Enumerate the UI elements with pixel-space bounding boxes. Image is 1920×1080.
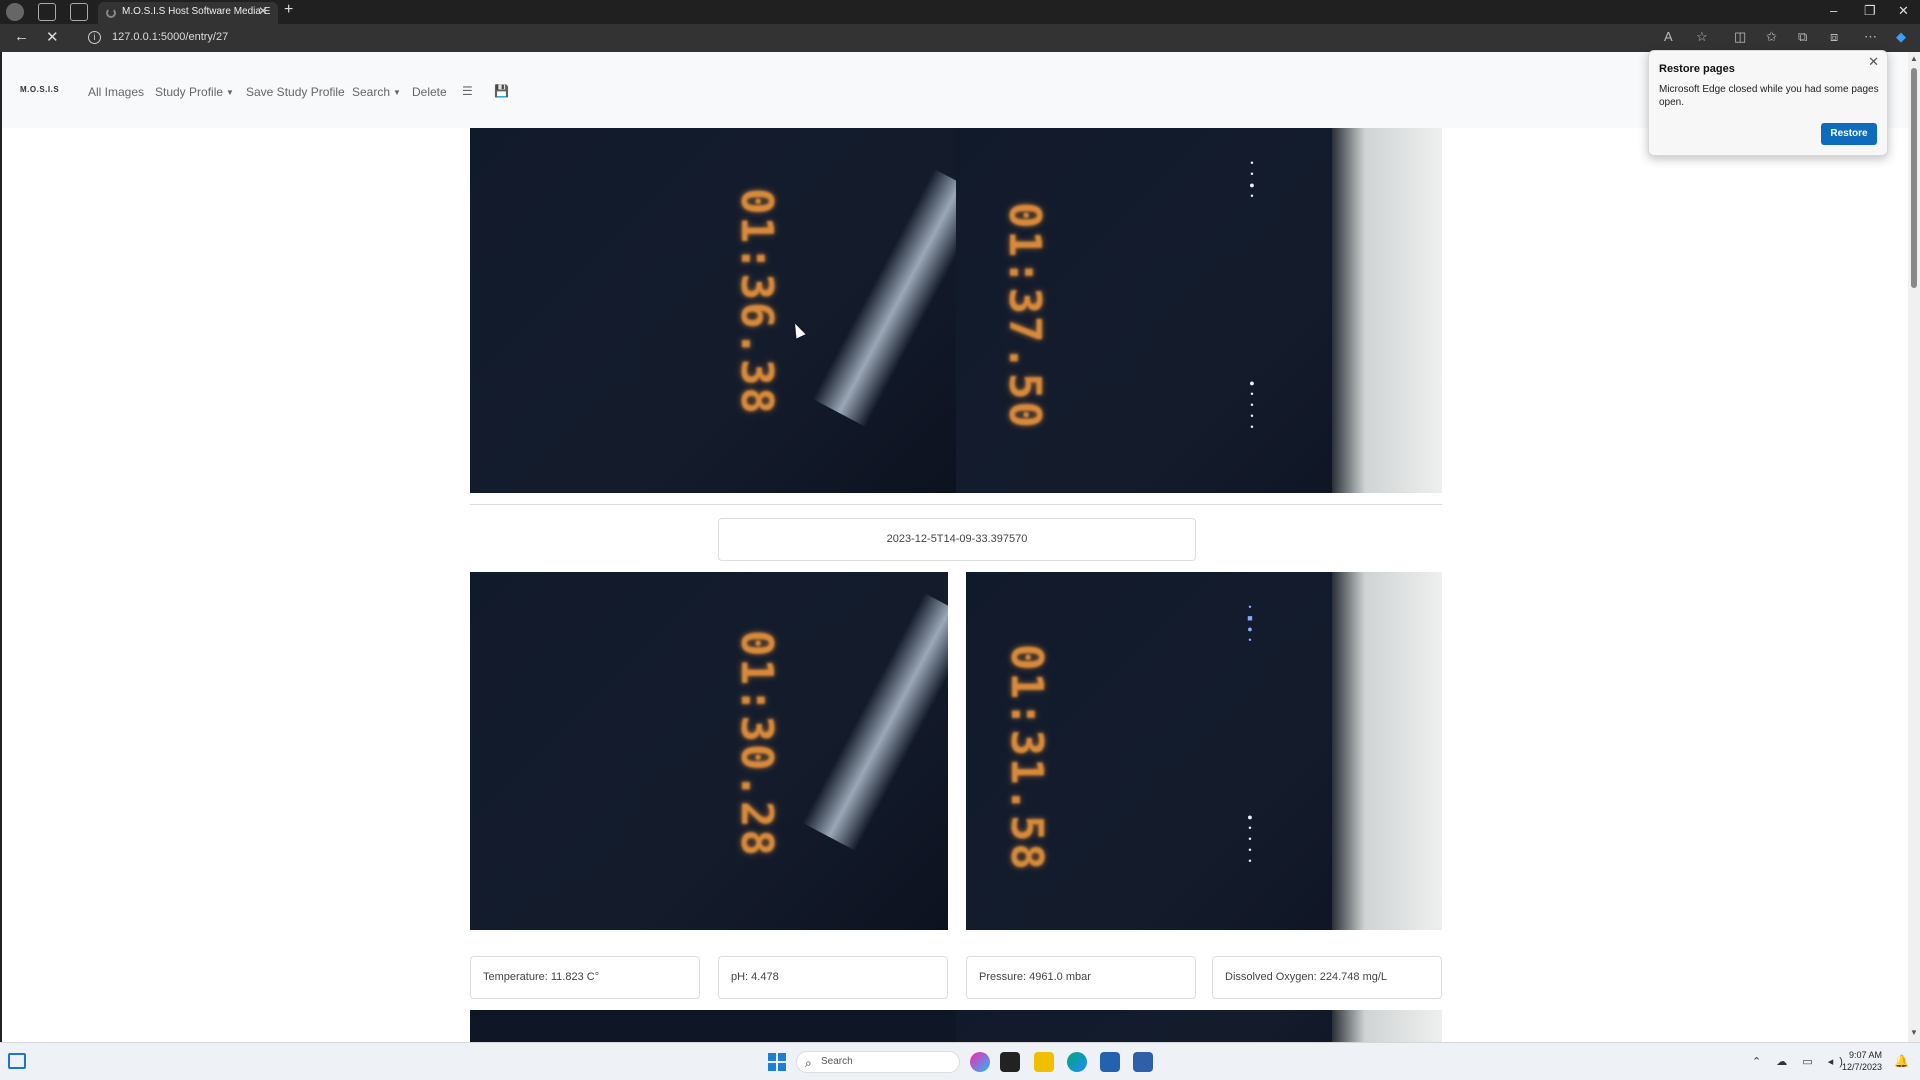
chevron-down-icon: ▼ bbox=[393, 88, 401, 98]
device-leds: ● • • • • bbox=[1249, 378, 1255, 432]
copilot-app-icon[interactable] bbox=[970, 1052, 990, 1072]
workspaces-icon[interactable] bbox=[38, 3, 56, 21]
page-scrollbar[interactable]: ▲ ▼ bbox=[1908, 52, 1920, 1042]
search-icon: ⌕ bbox=[805, 1056, 812, 1070]
nav-study-profile[interactable]: Study Profile ▼ bbox=[155, 85, 234, 99]
image-timestamp: 01:37.50 bbox=[999, 202, 1050, 430]
split-screen-icon[interactable]: ◫ bbox=[1734, 29, 1746, 45]
system-tray[interactable]: ⌃ ☁ ▭ ◂) bbox=[1752, 1055, 1849, 1068]
loading-icon bbox=[106, 8, 116, 18]
popup-message: Microsoft Edge closed while you had some… bbox=[1659, 84, 1879, 108]
wall bbox=[1332, 128, 1442, 493]
camera-frame bbox=[956, 1010, 1442, 1042]
back-icon[interactable]: ← bbox=[14, 28, 29, 45]
close-tab-icon[interactable]: ✕ bbox=[258, 4, 268, 18]
navbar: M.O.S.I.S All Images Study Profile ▼ Save… bbox=[2, 52, 1908, 128]
next-image-pair[interactable] bbox=[470, 1010, 1442, 1042]
collections-icon[interactable]: ⧉ bbox=[1798, 29, 1807, 45]
device-leds: ● • • • • bbox=[1247, 812, 1253, 866]
store-app-icon[interactable] bbox=[1100, 1052, 1120, 1072]
edge-app-icon[interactable] bbox=[1067, 1052, 1087, 1072]
nav-delete[interactable]: Delete bbox=[412, 85, 447, 99]
favorite-star-icon[interactable]: ☆ bbox=[1696, 29, 1708, 45]
image-pair-top: 01:36.38 • • ● • ● • • • • 01:37.50 bbox=[470, 128, 1442, 493]
favorites-icon[interactable]: ✩ bbox=[1766, 29, 1777, 45]
reading-pressure: Pressure: 4961.0 mbar bbox=[966, 956, 1196, 999]
clock-date: 12/7/2023 bbox=[1842, 1062, 1883, 1072]
taskbar: ⌕ Search ⌃ ☁ ▭ ◂) 9:07 AM 12/7/2023 🔔 bbox=[0, 1042, 1920, 1080]
profile-icon[interactable] bbox=[6, 3, 24, 21]
file-explorer-icon[interactable] bbox=[1034, 1052, 1054, 1072]
reading-dissolved-oxygen: Dissolved Oxygen: 224.748 mg/L bbox=[1212, 956, 1442, 999]
camera-image-bottom-left[interactable]: 01:30.28 bbox=[470, 572, 948, 930]
camera-image-left[interactable]: 01:36.38 bbox=[470, 128, 956, 493]
nav-save-study-profile[interactable]: Save Study Profile bbox=[246, 85, 345, 99]
restore-window-icon[interactable]: ❐ bbox=[1864, 3, 1876, 19]
taskbar-search[interactable]: ⌕ Search bbox=[796, 1051, 960, 1073]
nav-all-images[interactable]: All Images bbox=[88, 85, 144, 99]
device-leds: • • ● • bbox=[1249, 158, 1255, 201]
clock-time: 9:07 AM bbox=[1849, 1050, 1883, 1060]
restore-button[interactable]: Restore bbox=[1821, 123, 1877, 145]
url-field[interactable]: 127.0.0.1:5000/entry/27 bbox=[112, 31, 228, 43]
camera-image-bottom-right[interactable]: • ■ ● • ● • • • • 01:31.58 bbox=[966, 572, 1442, 930]
powershell-app-icon[interactable] bbox=[1133, 1052, 1153, 1072]
popup-title: Restore pages bbox=[1659, 63, 1735, 75]
address-bar: ← ✕ i 127.0.0.1:5000/entry/27 A ☆ ◫ ✩ ⧉ … bbox=[0, 24, 1920, 52]
clock[interactable]: 9:07 AM 12/7/2023 bbox=[1842, 1049, 1882, 1073]
scroll-up-icon[interactable]: ▲ bbox=[1910, 54, 1918, 63]
reading-ph: pH: 4.478 bbox=[718, 956, 948, 999]
camera-frame: • ■ ● • ● • • • • 01:31.58 bbox=[966, 572, 1442, 930]
image-timestamp: 01:36.38 bbox=[731, 188, 782, 416]
nav-search[interactable]: Search ▼ bbox=[352, 85, 401, 99]
list-icon[interactable]: ☰ bbox=[462, 84, 473, 98]
widgets-icon[interactable] bbox=[8, 1053, 26, 1069]
save-icon[interactable]: 💾 bbox=[494, 84, 509, 98]
notification-bell-icon[interactable]: 🔔 bbox=[1894, 1054, 1909, 1068]
chevron-down-icon: ▼ bbox=[226, 88, 234, 98]
taskbar-search-label: Search bbox=[821, 1056, 853, 1067]
tab-active[interactable]: M.O.S.I.S Host Software Media E bbox=[98, 2, 278, 24]
image-timestamp: 01:31.58 bbox=[1001, 644, 1052, 872]
scrollbar-thumb[interactable] bbox=[1911, 68, 1917, 288]
nav-study-profile-label: Study Profile bbox=[155, 85, 224, 99]
tab-actions-icon[interactable] bbox=[70, 3, 88, 21]
nav-search-label: Search bbox=[352, 85, 391, 99]
reading-temperature: Temperature: 11.823 C° bbox=[470, 956, 700, 999]
new-tab-icon[interactable]: + bbox=[284, 1, 293, 19]
windows-start-icon[interactable] bbox=[768, 1053, 786, 1071]
device-leds: • ■ ● • bbox=[1247, 602, 1253, 645]
site-info-icon[interactable]: i bbox=[88, 31, 101, 44]
close-icon[interactable]: ✕ bbox=[1868, 54, 1879, 70]
copilot-icon[interactable]: ◆ bbox=[1896, 29, 1906, 45]
camera-image-right[interactable]: • • ● • ● • • • • 01:37.50 bbox=[956, 128, 1442, 493]
restore-pages-popup: Restore pages ✕ Microsoft Edge closed wh… bbox=[1648, 50, 1888, 156]
stop-loading-icon[interactable]: ✕ bbox=[46, 28, 59, 46]
image-timestamp: 01:30.28 bbox=[731, 630, 782, 858]
more-menu-icon[interactable]: ⋯ bbox=[1864, 29, 1877, 45]
entry-timestamp: 2023-12-5T14-09-33.397570 bbox=[718, 518, 1196, 561]
scroll-down-icon[interactable]: ▼ bbox=[1910, 1028, 1918, 1037]
brand-logo[interactable]: M.O.S.I.S bbox=[20, 85, 59, 94]
wall bbox=[1332, 1010, 1442, 1042]
read-aloud-icon[interactable]: A bbox=[1664, 29, 1673, 44]
page-content: M.O.S.I.S All Images Study Profile ▼ Save… bbox=[0, 52, 1908, 1042]
glare bbox=[812, 169, 956, 427]
wall bbox=[1332, 572, 1442, 930]
camera-frame: 01:30.28 bbox=[470, 572, 948, 930]
minimize-icon[interactable]: – bbox=[1830, 3, 1837, 18]
close-window-icon[interactable]: ✕ bbox=[1898, 3, 1909, 19]
tab-title: M.O.S.I.S Host Software Media E bbox=[122, 6, 271, 17]
terminal-app-icon[interactable] bbox=[1000, 1052, 1020, 1072]
divider bbox=[470, 504, 1442, 505]
browser-tab-bar: M.O.S.I.S Host Software Media E ✕ + – ❐ … bbox=[0, 0, 1920, 24]
extensions-icon[interactable]: ⧈ bbox=[1830, 29, 1838, 45]
glare bbox=[802, 593, 948, 851]
